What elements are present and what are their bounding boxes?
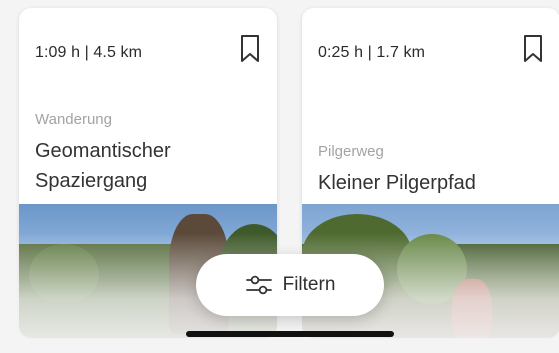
sliders-icon bbox=[245, 275, 272, 295]
route-title-line: Geomantischer bbox=[35, 140, 171, 162]
route-category: Wanderung bbox=[35, 111, 112, 128]
route-title: Kleiner Pilgerpfad bbox=[318, 168, 548, 198]
route-duration-distance: 0:25 h | 1.7 km bbox=[318, 44, 426, 61]
route-title-line: Spaziergang bbox=[35, 170, 148, 192]
filter-button[interactable]: Filtern bbox=[196, 254, 384, 316]
filter-button-label: Filtern bbox=[282, 274, 336, 295]
route-category: Pilgerweg bbox=[318, 143, 384, 160]
home-indicator bbox=[186, 331, 394, 337]
bookmark-icon[interactable] bbox=[522, 34, 544, 64]
route-title: Geomantischer Spaziergang bbox=[35, 136, 265, 196]
bookmark-icon[interactable] bbox=[239, 34, 261, 64]
route-title-line: Kleiner Pilgerpfad bbox=[318, 172, 476, 194]
route-duration-distance: 1:09 h | 4.5 km bbox=[35, 44, 143, 61]
